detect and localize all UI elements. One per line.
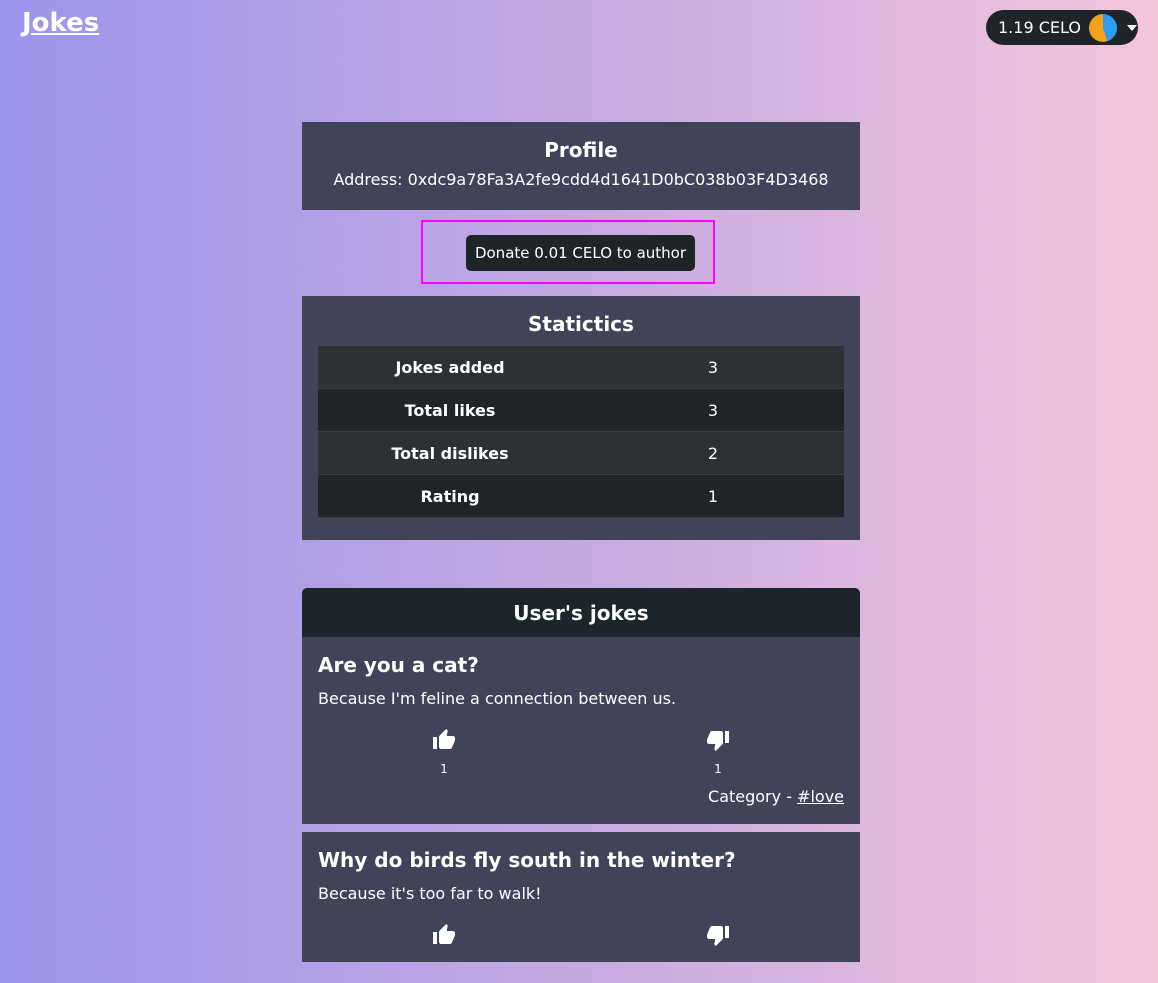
joke-text: Because I'm feline a connection between … [318,689,677,708]
profile-card: Profile Address: 0xdc9a78Fa3A2fe9cdd4d16… [302,122,860,210]
joke-text: Because it's too far to walk! [318,884,542,903]
stat-label: Total dislikes [318,431,582,475]
table-row: Total dislikes 2 [318,431,844,475]
statistics-table: Jokes added 3 Total likes 3 Total dislik… [318,346,844,518]
wallet-balance: 1.19 CELO [998,18,1081,37]
statistics-card: Statictics Jokes added 3 Total likes 3 T… [302,296,860,540]
joke-title: Why do birds fly south in the winter? [318,848,736,872]
dislike-count: 1 [714,762,722,776]
like-button[interactable] [424,923,464,947]
joke-title: Are you a cat? [318,653,479,677]
wallet-avatar [1088,13,1117,42]
like-button[interactable]: 1 [424,728,464,776]
table-row: Total likes 3 [318,388,844,432]
profile-address: Address: 0xdc9a78Fa3A2fe9cdd4d1641D0bC03… [333,170,829,189]
statistics-title: Statictics [528,312,634,336]
like-count: 1 [440,762,448,776]
chevron-down-icon [1126,24,1137,31]
joke-card: Are you a cat? Because I'm feline a conn… [302,637,860,824]
stat-value: 3 [582,346,844,389]
dislike-button[interactable]: 1 [698,728,738,776]
joke-category: Category - #love [708,787,844,806]
wallet-dropdown[interactable]: 1.19 CELO [986,10,1138,45]
category-label: Category - [708,787,798,806]
stat-value: 1 [582,474,844,518]
category-link[interactable]: #love [797,787,844,806]
stat-value: 2 [582,431,844,475]
profile-title: Profile [544,138,618,162]
thumbs-down-icon [707,731,729,751]
table-row: Jokes added 3 [318,346,844,389]
thumbs-up-icon [433,729,455,749]
thumbs-up-icon [433,924,455,944]
user-jokes-header: User's jokes [302,588,860,637]
thumbs-down-icon [707,926,729,946]
stat-label: Rating [318,474,582,518]
donate-button[interactable]: Donate 0.01 CELO to author [466,235,695,271]
dislike-button[interactable] [698,923,738,947]
stat-value: 3 [582,388,844,432]
stat-label: Total likes [318,388,582,432]
vote-row [318,923,844,983]
stat-label: Jokes added [318,346,582,389]
brand-link[interactable]: Jokes [22,8,99,38]
vote-row: 1 1 [318,728,844,788]
table-row: Rating 1 [318,474,844,518]
